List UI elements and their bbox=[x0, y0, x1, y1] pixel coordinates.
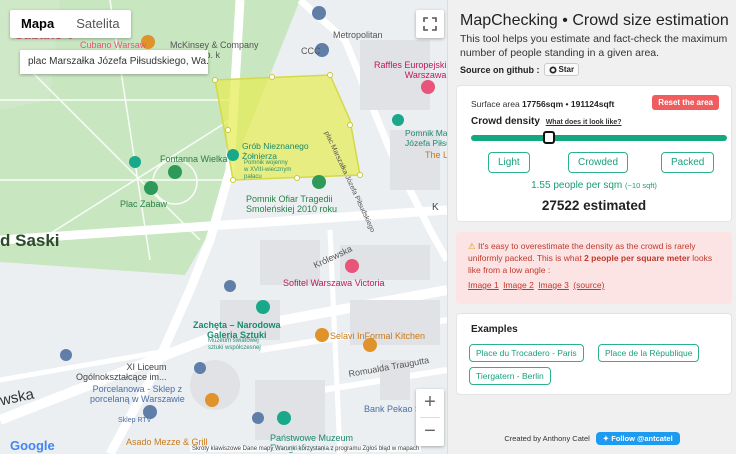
map-label-ccc: CCC bbox=[301, 46, 321, 56]
star-label: Star bbox=[558, 65, 575, 74]
map-label-zacheta: Zachęta – Narodowa Galeria Sztuki bbox=[193, 320, 281, 340]
image-2-link[interactable]: Image 2 bbox=[503, 280, 534, 290]
map-label-cubano-warsaw: Cubano Warsaw bbox=[80, 40, 147, 50]
map-label-grob-sub: Pomnik wojenny w XVIII-wiecznym pałacu bbox=[244, 160, 292, 180]
map-label-xi-liceum: XI Liceum Ogólnokształcące im... bbox=[76, 362, 167, 382]
reset-area-button[interactable]: Reset the area bbox=[652, 95, 719, 110]
density-help-link[interactable]: What does it look like? bbox=[546, 119, 622, 126]
people-per-value: 1.55 people per sqm bbox=[531, 180, 623, 191]
map-label-informal: InFormal Kitchen bbox=[357, 331, 426, 341]
image-3-link[interactable]: Image 3 bbox=[538, 280, 569, 290]
source-line: Source on github : Star bbox=[460, 63, 580, 76]
map-label-the-l: The L bbox=[425, 150, 447, 160]
map-label-saski: d Saski bbox=[0, 231, 60, 250]
surface-prefix: Surface area bbox=[471, 99, 520, 109]
source-label: Source on github : bbox=[460, 64, 540, 75]
github-icon bbox=[549, 66, 556, 73]
density-slider-track[interactable] bbox=[471, 135, 727, 141]
map-label-fontanna: Fontanna Wielka bbox=[160, 154, 228, 164]
footer: Created by Anthony Catel ✦ Follow @antca… bbox=[448, 432, 736, 445]
zoom-controls: + − bbox=[416, 389, 444, 446]
estimated-total: 27522 estimated bbox=[541, 198, 647, 213]
map-label-pomnik-marszalka: Pomnik Marszał Józefa Piłsudski bbox=[405, 128, 447, 148]
footer-credit: Created by Anthony Catel bbox=[504, 434, 590, 443]
preset-crowded-button[interactable]: Crowded bbox=[568, 152, 629, 173]
image-1-link[interactable]: Image 1 bbox=[468, 280, 499, 290]
map-label-sofitel: Sofitel Warszawa Victoria bbox=[283, 278, 385, 288]
surface-value: 17756sqm • 191124sqft bbox=[522, 99, 615, 109]
crowd-density-heading: Crowd density What does it look like? bbox=[471, 116, 622, 127]
map-label-k: K bbox=[432, 202, 439, 213]
examples-card: Examples Place du Trocadero - Paris Plac… bbox=[456, 313, 732, 395]
example-trocadero-button[interactable]: Place du Trocadero - Paris bbox=[469, 344, 584, 362]
map-label-plac-zabaw: Plac Zabaw bbox=[120, 199, 168, 209]
map-label-sklep-rtv: Sklep RTV bbox=[118, 417, 152, 424]
map-label-selavi: Selavi bbox=[330, 331, 355, 341]
example-tiergarten-button[interactable]: Tiergatern - Berlin bbox=[469, 367, 551, 385]
fullscreen-button[interactable] bbox=[416, 10, 444, 38]
source-link[interactable]: (source) bbox=[573, 280, 604, 290]
estimation-card: Surface area 17756sqm • 191124sqft Reset… bbox=[456, 85, 732, 222]
warning-icon: ⚠ bbox=[468, 241, 476, 251]
map-tab-mapa[interactable]: Mapa bbox=[10, 10, 65, 38]
map-label-porcelanowa: Porcelanowa - Sklep z porcelaną w Warsza… bbox=[90, 384, 185, 404]
example-republique-button[interactable]: Place de la République bbox=[598, 344, 700, 362]
map-label-metropolitan: Metropolitan bbox=[333, 30, 383, 40]
map-label-grob: Grób Nieznanego Żołnierza bbox=[242, 141, 309, 161]
map-label-raffles: Raffles Europejski Warszawa bbox=[374, 60, 447, 80]
app-description: This tool helps you estimate and fact-ch… bbox=[460, 33, 728, 59]
people-per-sqft: (~10 sqft) bbox=[625, 181, 657, 190]
preset-light-button[interactable]: Light bbox=[488, 152, 530, 173]
place-card[interactable]: plac Marszałka Józefa Piłsudskiego, Wa..… bbox=[20, 50, 208, 74]
people-per-sqm: 1.55 people per sqm (~10 sqft) bbox=[457, 180, 731, 191]
twitter-follow-button[interactable]: ✦ Follow @antcatel bbox=[595, 432, 680, 445]
map-view[interactable]: Metropolitan McKinsey & Company p. z oo … bbox=[0, 0, 447, 454]
map-type-switch: Mapa Satelita bbox=[10, 10, 131, 38]
map-label-pomnik-ofiar: Pomnik Ofiar Tragedii Smoleńskiej 2010 r… bbox=[246, 194, 338, 214]
twitter-icon: ✦ bbox=[602, 434, 610, 443]
map-attribution[interactable]: Skróty klawiszowe Dane mapy Warunki korz… bbox=[190, 446, 422, 452]
warning-bold: 2 people per square meter bbox=[584, 253, 690, 263]
examples-title: Examples bbox=[471, 324, 518, 335]
side-panel: MapChecking • Crowd size estimation This… bbox=[447, 0, 736, 454]
app-title: MapChecking • Crowd size estimation bbox=[460, 12, 729, 29]
google-logo[interactable]: Google bbox=[10, 438, 55, 453]
github-star-button[interactable]: Star bbox=[543, 63, 580, 76]
zoom-in-button[interactable]: + bbox=[416, 389, 444, 417]
preset-packed-button[interactable]: Packed bbox=[661, 152, 715, 173]
map-tab-satelita[interactable]: Satelita bbox=[65, 10, 130, 38]
zoom-out-button[interactable]: − bbox=[416, 418, 444, 446]
twitter-label: Follow @antcatel bbox=[611, 434, 673, 443]
density-warning: ⚠ It's easy to overestimate the density … bbox=[456, 232, 732, 304]
map-label-zacheta-sub: Muzeum światowej sztuki współczesnej bbox=[208, 338, 261, 351]
warning-links: Image 1 Image 2 Image 3 (source) bbox=[468, 279, 720, 291]
density-slider-thumb[interactable] bbox=[543, 131, 556, 144]
density-label: Crowd density bbox=[471, 116, 540, 127]
surface-area: Surface area 17756sqm • 191124sqft bbox=[471, 99, 614, 109]
fullscreen-icon bbox=[423, 17, 437, 31]
